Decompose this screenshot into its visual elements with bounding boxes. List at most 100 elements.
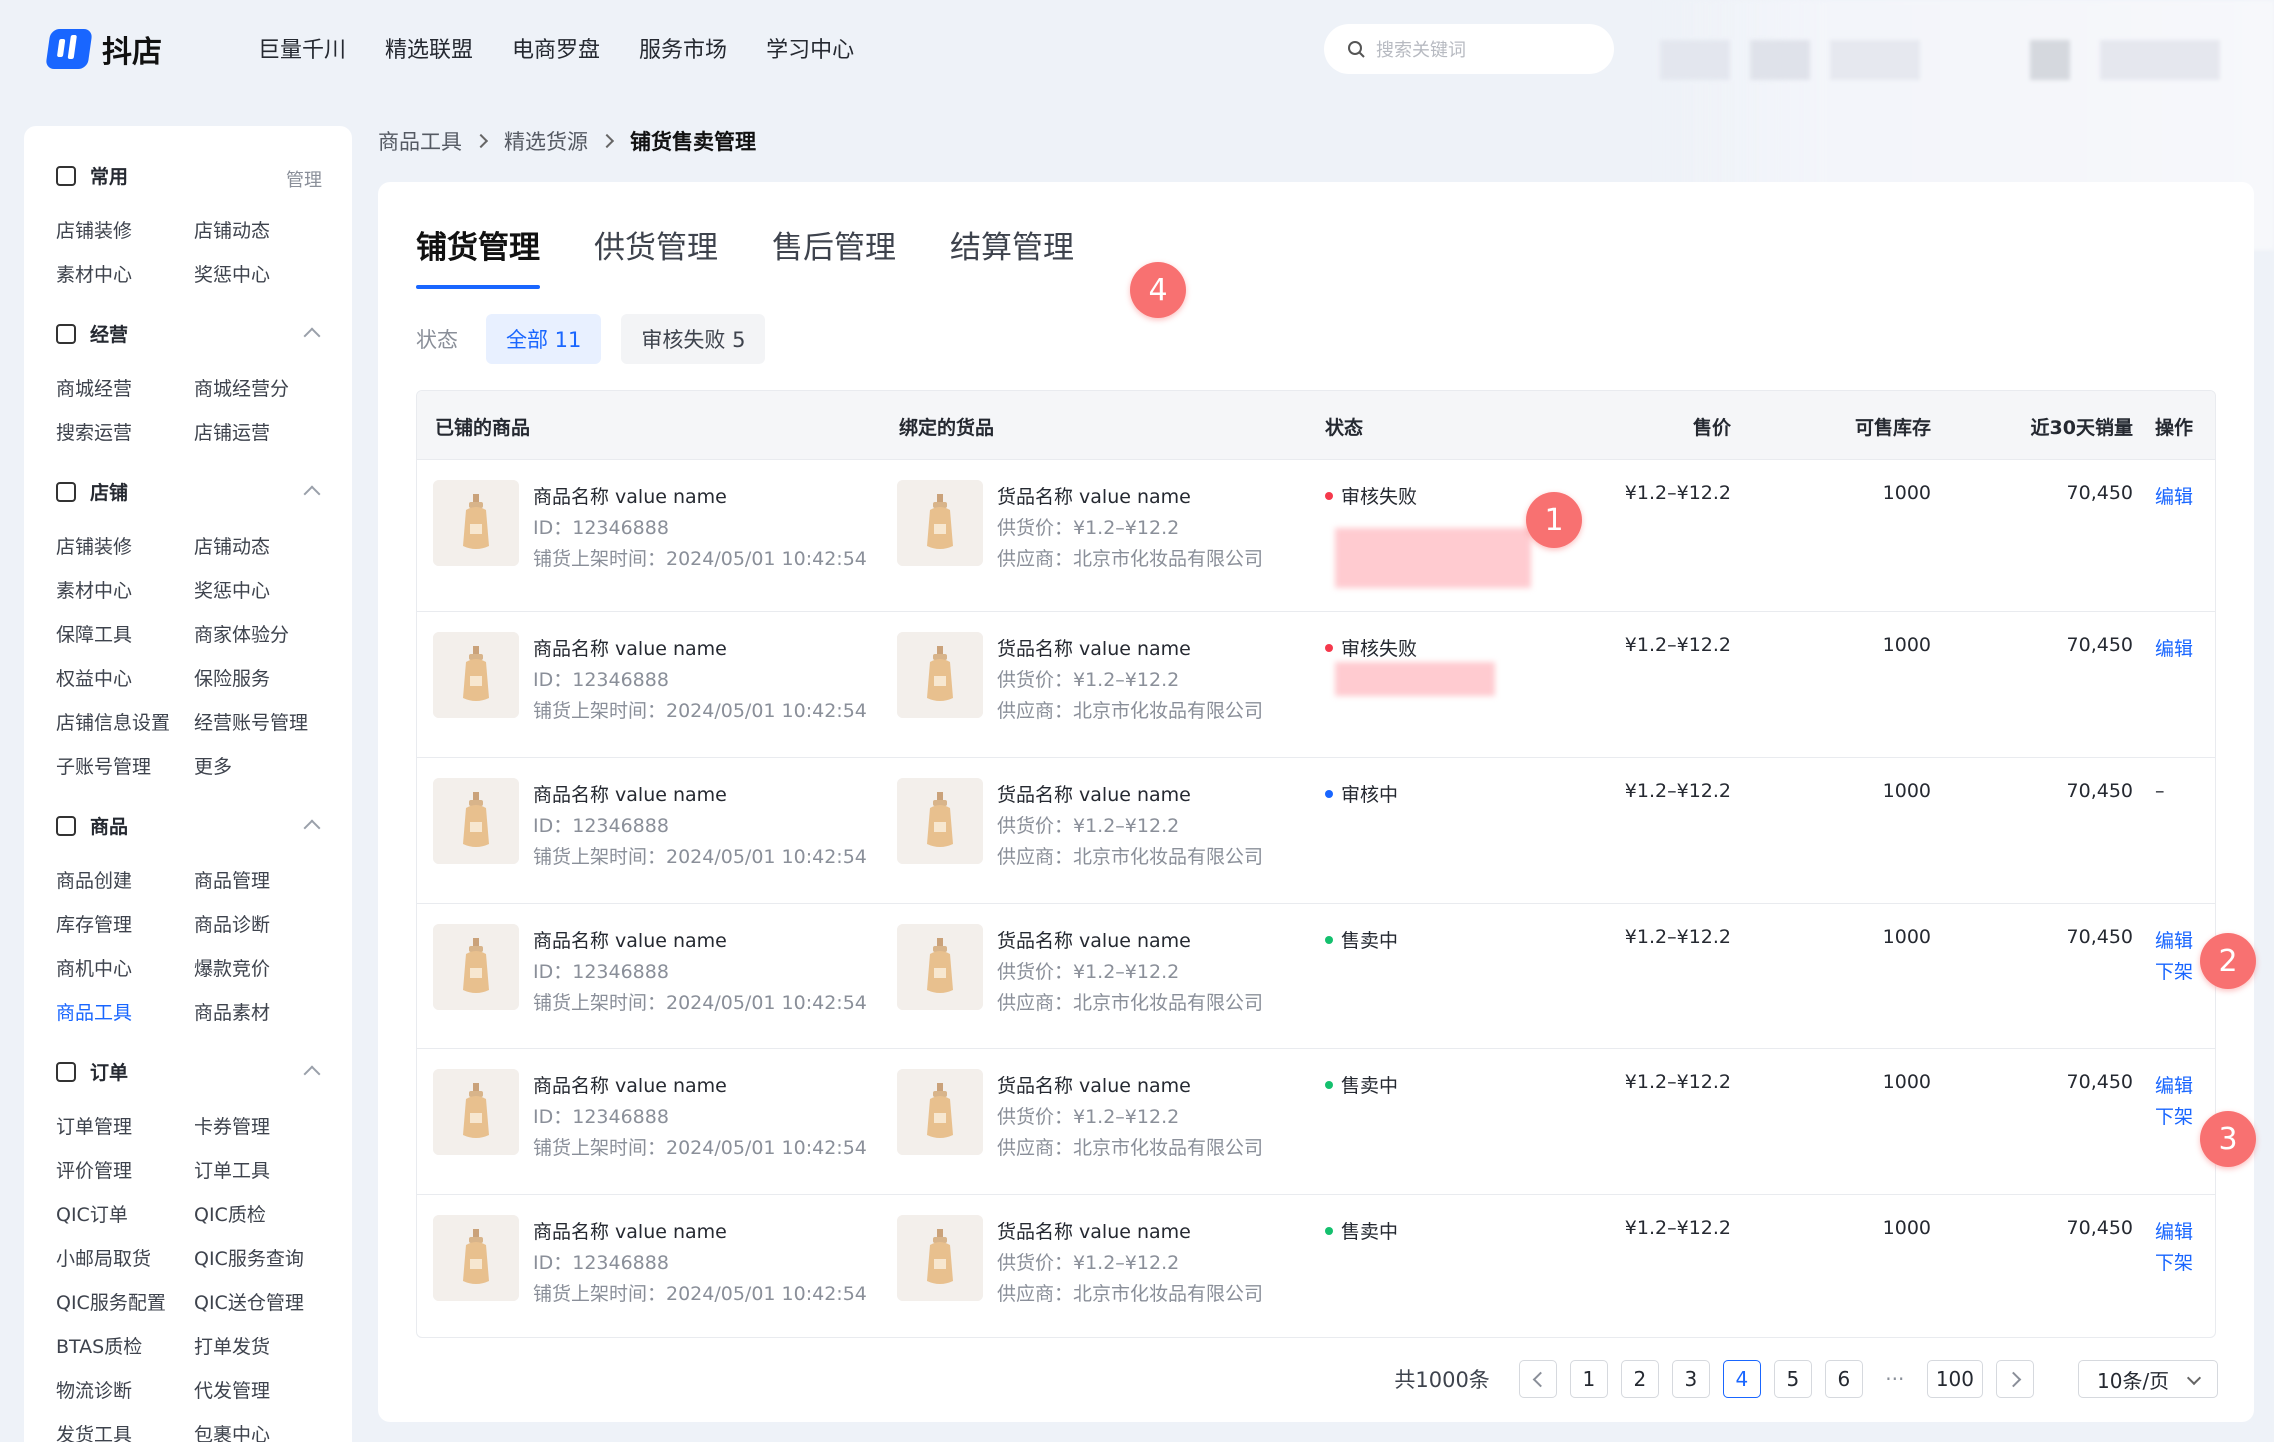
sidebar-item[interactable]: 权益中心 bbox=[56, 664, 132, 691]
sidebar-item[interactable]: 商品工具 bbox=[56, 998, 132, 1025]
tab-supply[interactable]: 供货管理 bbox=[594, 222, 718, 289]
chevron-up-icon[interactable] bbox=[303, 327, 321, 345]
page-button-last[interactable]: 100 bbox=[1926, 1360, 1983, 1398]
manage-link[interactable]: 管理 bbox=[286, 166, 322, 192]
delist-link[interactable]: 下架 bbox=[2155, 957, 2193, 984]
edit-link[interactable]: 编辑 bbox=[2155, 926, 2193, 953]
sidebar-item[interactable]: 物流诊断 bbox=[56, 1376, 132, 1403]
chevron-up-icon[interactable] bbox=[303, 819, 321, 837]
sidebar-item[interactable]: 打单发货 bbox=[194, 1332, 270, 1359]
sidebar-section-title[interactable]: 经营 bbox=[56, 320, 128, 347]
sidebar-section-title[interactable]: 订单 bbox=[56, 1058, 128, 1085]
topnav-item[interactable]: 电商罗盘 bbox=[512, 32, 600, 64]
sidebar-item[interactable]: 店铺信息设置 bbox=[56, 708, 170, 735]
sidebar-item[interactable]: 保障工具 bbox=[56, 620, 132, 647]
tab-distribution[interactable]: 铺货管理 bbox=[416, 222, 540, 289]
goods-name[interactable]: 货品名称 value name bbox=[997, 780, 1191, 807]
topnav-item[interactable]: 精选联盟 bbox=[385, 32, 473, 64]
sidebar-section-title[interactable]: 商品 bbox=[56, 812, 128, 839]
goods-name[interactable]: 货品名称 value name bbox=[997, 634, 1191, 661]
breadcrumb-item[interactable]: 商品工具 bbox=[378, 126, 462, 156]
filter-chip-all[interactable]: 全部 11 bbox=[486, 314, 602, 364]
sidebar-item[interactable]: 代发管理 bbox=[194, 1376, 270, 1403]
sidebar-item[interactable]: 发货工具 bbox=[56, 1420, 132, 1442]
sidebar-item[interactable]: 商城经营 bbox=[56, 374, 132, 401]
sidebar-item[interactable]: 商品诊断 bbox=[194, 910, 270, 937]
sidebar-item[interactable]: QIC服务查询 bbox=[194, 1244, 304, 1271]
goods-name[interactable]: 货品名称 value name bbox=[997, 1071, 1191, 1098]
sidebar-item[interactable]: 爆款竞价 bbox=[194, 954, 270, 981]
sidebar-section-title[interactable]: 店铺 bbox=[56, 478, 128, 505]
breadcrumb-item[interactable]: 精选货源 bbox=[504, 126, 588, 156]
goods-name[interactable]: 货品名称 value name bbox=[997, 482, 1191, 509]
sidebar-item[interactable]: 评价管理 bbox=[56, 1156, 132, 1183]
sidebar-item[interactable]: 搜索运营 bbox=[56, 418, 132, 445]
sidebar-item[interactable]: 商城经营分 bbox=[194, 374, 289, 401]
goods-name[interactable]: 货品名称 value name bbox=[997, 926, 1191, 953]
sidebar-item[interactable]: 奖惩中心 bbox=[194, 260, 270, 287]
product-name[interactable]: 商品名称 value name bbox=[533, 482, 727, 509]
topnav-item[interactable]: 巨量千川 bbox=[258, 32, 346, 64]
sidebar-item[interactable]: 子账号管理 bbox=[56, 752, 151, 779]
sidebar-item[interactable]: 店铺动态 bbox=[194, 532, 270, 559]
delist-link[interactable]: 下架 bbox=[2155, 1248, 2193, 1275]
delist-link[interactable]: 下架 bbox=[2155, 1102, 2193, 1129]
sidebar-item[interactable]: 奖惩中心 bbox=[194, 576, 270, 603]
page-button[interactable]: 3 bbox=[1671, 1360, 1710, 1398]
sidebar-item[interactable]: 小邮局取货 bbox=[56, 1244, 151, 1271]
sidebar-item[interactable]: 商品创建 bbox=[56, 866, 132, 893]
sidebar-item[interactable]: 经营账号管理 bbox=[194, 708, 308, 735]
sidebar-item[interactable]: 商品管理 bbox=[194, 866, 270, 893]
page-button[interactable]: 6 bbox=[1824, 1360, 1863, 1398]
sidebar-item[interactable]: 库存管理 bbox=[56, 910, 132, 937]
tab-settlement[interactable]: 结算管理 bbox=[950, 222, 1074, 289]
product-name[interactable]: 商品名称 value name bbox=[533, 634, 727, 661]
page-button[interactable]: 1 bbox=[1569, 1360, 1608, 1398]
sidebar-item[interactable]: QIC质检 bbox=[194, 1200, 266, 1227]
sidebar-item[interactable]: 店铺装修 bbox=[56, 532, 132, 559]
edit-link[interactable]: 编辑 bbox=[2155, 634, 2193, 661]
section-title-text: 常用 bbox=[90, 166, 129, 188]
goods-name[interactable]: 货品名称 value name bbox=[997, 1217, 1191, 1244]
product-name[interactable]: 商品名称 value name bbox=[533, 1071, 727, 1098]
edit-link[interactable]: 编辑 bbox=[2155, 1217, 2193, 1244]
sidebar-item[interactable]: 更多 bbox=[194, 752, 232, 779]
sidebar-item[interactable]: 商机中心 bbox=[56, 954, 132, 981]
sidebar-item[interactable]: 店铺动态 bbox=[194, 216, 270, 243]
sidebar-section-title[interactable]: 常用 bbox=[56, 162, 128, 189]
sidebar-item[interactable]: QIC送仓管理 bbox=[194, 1288, 304, 1315]
sidebar-item[interactable]: 素材中心 bbox=[56, 260, 132, 287]
edit-link[interactable]: 编辑 bbox=[2155, 482, 2193, 509]
sidebar-item[interactable]: 商家体验分 bbox=[194, 620, 289, 647]
sidebar-item[interactable]: 商品素材 bbox=[194, 998, 270, 1025]
product-name[interactable]: 商品名称 value name bbox=[533, 926, 727, 953]
search-input[interactable]: 搜索关键词 bbox=[1324, 24, 1614, 74]
edit-link[interactable]: 编辑 bbox=[2155, 1071, 2193, 1098]
page-button-current[interactable]: 4 bbox=[1722, 1360, 1761, 1398]
next-page-button[interactable] bbox=[1996, 1360, 2034, 1398]
prev-page-button[interactable] bbox=[1518, 1360, 1557, 1398]
page-button[interactable]: 5 bbox=[1773, 1360, 1812, 1398]
filter-chip-failed[interactable]: 审核失败 5 bbox=[621, 314, 766, 364]
sidebar-item[interactable]: 店铺运营 bbox=[194, 418, 270, 445]
sidebar-item[interactable]: QIC服务配置 bbox=[56, 1288, 166, 1315]
sidebar-item[interactable]: 订单工具 bbox=[194, 1156, 270, 1183]
sidebar-item[interactable]: 保险服务 bbox=[194, 664, 270, 691]
tab-after-sales[interactable]: 售后管理 bbox=[772, 222, 896, 289]
app-logo[interactable]: 抖店 bbox=[45, 24, 162, 74]
topnav-item[interactable]: 学习中心 bbox=[766, 32, 854, 64]
sidebar-item[interactable]: BTAS质检 bbox=[56, 1332, 142, 1359]
chevron-up-icon[interactable] bbox=[303, 1065, 321, 1083]
sidebar-item[interactable]: QIC订单 bbox=[56, 1200, 128, 1227]
chevron-up-icon[interactable] bbox=[303, 485, 321, 503]
page-size-select[interactable]: 10条/页 bbox=[2078, 1360, 2218, 1398]
page-button[interactable]: 2 bbox=[1620, 1360, 1659, 1398]
product-name[interactable]: 商品名称 value name bbox=[533, 780, 727, 807]
sidebar-item[interactable]: 订单管理 bbox=[56, 1112, 132, 1139]
product-name[interactable]: 商品名称 value name bbox=[533, 1217, 727, 1244]
sidebar-item[interactable]: 卡券管理 bbox=[194, 1112, 270, 1139]
sidebar-item[interactable]: 素材中心 bbox=[56, 576, 132, 603]
sidebar-item[interactable]: 店铺装修 bbox=[56, 216, 132, 243]
sidebar-item[interactable]: 包裹中心 bbox=[194, 1420, 270, 1442]
topnav-item[interactable]: 服务市场 bbox=[639, 32, 727, 64]
